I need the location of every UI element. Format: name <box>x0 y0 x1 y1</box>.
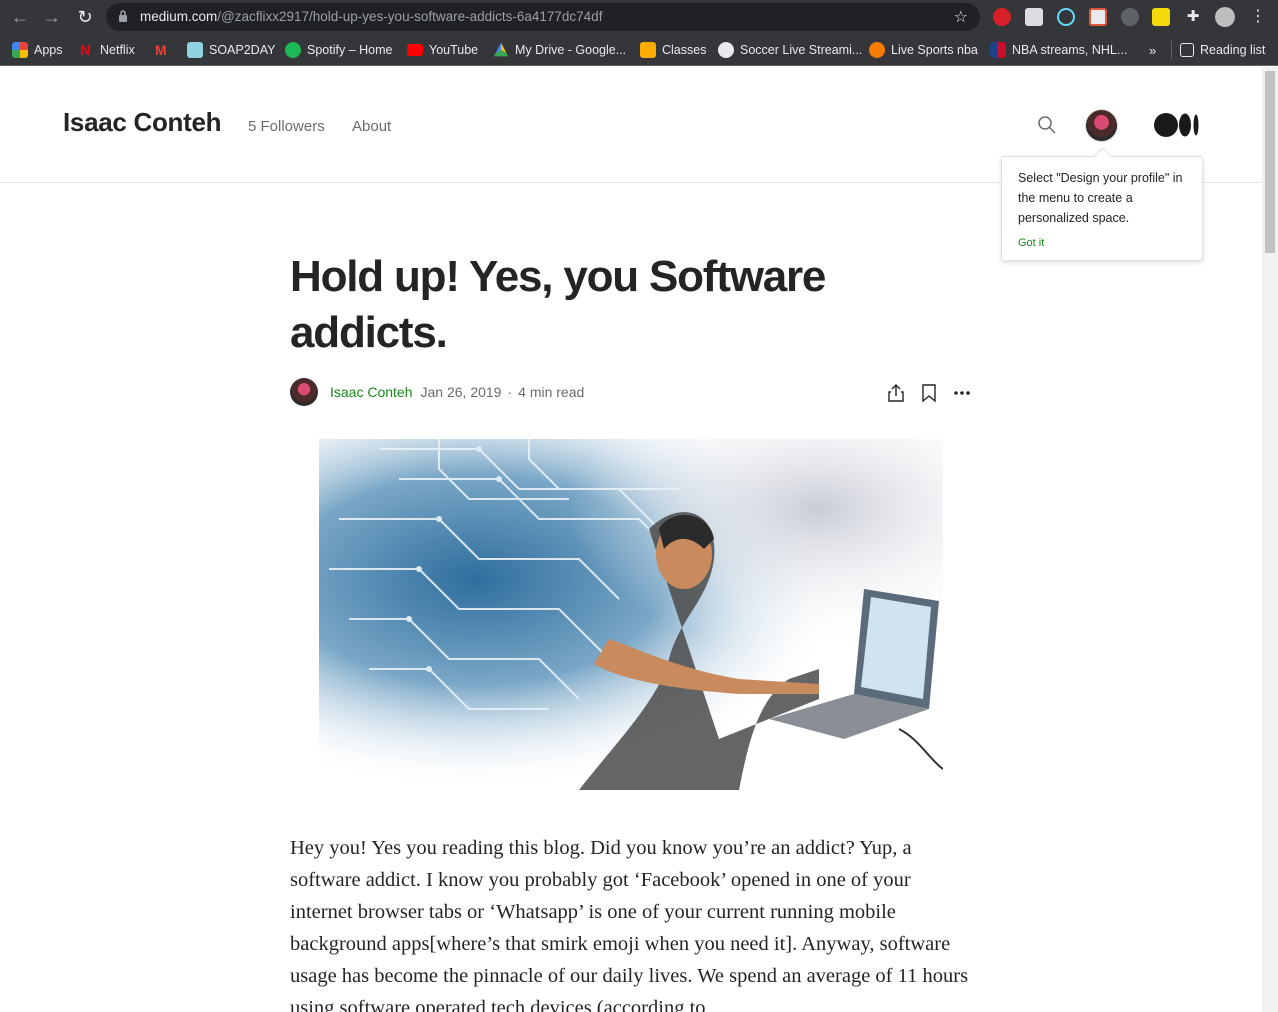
bookmark-label: Spotify – Home <box>307 43 393 57</box>
bookmark-label: Live Sports nba <box>891 43 978 57</box>
bookmark-soccer[interactable]: Soccer Live Streami... <box>718 41 862 59</box>
author-avatar[interactable] <box>290 378 318 406</box>
bookmark-label: YouTube <box>429 43 479 57</box>
bookmark-spotify[interactable]: Spotify – Home <box>285 41 392 59</box>
basketball-icon <box>869 42 885 58</box>
browser-toolbar: ← → ↻ medium.com/@zacflixx2917/hold-up-y… <box>0 0 1278 34</box>
extension-grid-icon[interactable] <box>1089 8 1107 26</box>
reload-icon[interactable]: ↻ <box>73 5 97 29</box>
bookmark-star-icon[interactable]: ☆ <box>954 7 968 27</box>
extension-page-icon[interactable] <box>1025 8 1043 26</box>
search-icon[interactable] <box>1037 115 1057 135</box>
article-meta: Isaac Conteh Jan 26, 2019 · 4 min read <box>290 378 584 406</box>
bookmark-gmail[interactable]: M <box>155 41 177 59</box>
publish-date: Jan 26, 2019 <box>420 384 502 400</box>
medium-logo-icon[interactable] <box>1153 112 1199 138</box>
user-avatar[interactable] <box>1085 109 1118 142</box>
bookmarks-overflow-button[interactable]: » <box>1149 41 1156 59</box>
bookmark-youtube[interactable]: YouTube <box>407 41 478 59</box>
read-time: 4 min read <box>518 384 585 400</box>
bookmarks-bar: Apps N Netflix M SOAP2DAY Spotify – Home… <box>0 34 1278 66</box>
share-icon[interactable] <box>885 382 907 404</box>
back-icon[interactable]: ← <box>8 5 32 29</box>
extension-react-icon[interactable] <box>1057 8 1075 26</box>
reading-list-icon <box>1180 43 1194 57</box>
tooltip-text: Select "Design your profile" in the menu… <box>1018 171 1183 225</box>
nba-icon <box>990 42 1006 58</box>
article-hero-image <box>319 439 943 790</box>
bookmark-label: Netflix <box>100 43 135 57</box>
soap2day-icon <box>187 42 203 58</box>
article-body: Hey you! Yes you reading this blog. Did … <box>290 837 969 1012</box>
bookmark-apps[interactable]: Apps <box>12 41 63 59</box>
scrollbar-thumb[interactable] <box>1265 71 1275 253</box>
bookmark-netflix[interactable]: N Netflix <box>80 41 135 59</box>
profile-avatar-icon[interactable] <box>1215 7 1235 27</box>
bookmark-label: Classes <box>662 43 707 57</box>
bookmark-live-sports[interactable]: Live Sports nba <box>869 41 978 59</box>
bookmark-icon[interactable] <box>918 382 940 404</box>
netflix-icon: N <box>80 42 91 59</box>
article-title: Hold up! Yes, you Software addicts. <box>290 252 826 357</box>
bookmark-label: Soccer Live Streami... <box>740 43 863 57</box>
publication-brand[interactable]: Isaac Conteh <box>63 107 222 138</box>
bookmark-label: Apps <box>34 43 63 57</box>
bookmark-label: NBA streams, NHL... <box>1012 43 1128 57</box>
spotify-icon <box>285 42 301 58</box>
drive-icon <box>493 42 509 57</box>
bookmark-label: My Drive - Google... <box>515 43 627 57</box>
page-content: Isaac Conteh 5 Followers About Select "D… <box>0 67 1262 1012</box>
forward-icon[interactable]: → <box>40 5 64 29</box>
youtube-icon <box>407 44 423 56</box>
about-link[interactable]: About <box>352 118 391 135</box>
followers-link[interactable]: 5 Followers <box>248 118 325 135</box>
bookmark-soap2day[interactable]: SOAP2DAY <box>187 41 275 59</box>
extension-globe-icon[interactable] <box>1121 8 1139 26</box>
soccer-icon <box>718 42 734 58</box>
gmail-icon: M <box>155 42 167 58</box>
author-name[interactable]: Isaac Conteh <box>330 384 413 400</box>
profile-design-tooltip: Select "Design your profile" in the menu… <box>1001 156 1203 261</box>
extension-yellow-icon[interactable] <box>1152 8 1170 26</box>
bookmark-nba-streams[interactable]: NBA streams, NHL... <box>990 41 1127 59</box>
url-text: medium.com/@zacflixx2917/hold-up-yes-you… <box>140 9 603 24</box>
meta-separator: · <box>507 384 513 400</box>
extensions-puzzle-icon[interactable]: ✚ <box>1184 8 1202 26</box>
extension-shield-icon[interactable] <box>993 8 1011 26</box>
reading-list-button[interactable]: Reading list <box>1171 41 1265 59</box>
page-scrollbar[interactable] <box>1262 67 1278 1012</box>
apps-grid-icon <box>12 42 28 58</box>
bookmark-classes[interactable]: Classes <box>640 41 706 59</box>
classroom-icon <box>640 42 656 58</box>
more-options-icon[interactable] <box>951 382 973 404</box>
bookmark-label: SOAP2DAY <box>209 43 276 57</box>
reading-list-label: Reading list <box>1200 43 1266 57</box>
got-it-button[interactable]: Got it <box>1018 237 1044 249</box>
bookmark-drive[interactable]: My Drive - Google... <box>493 41 626 59</box>
browser-menu-icon[interactable]: ⋮ <box>1246 5 1270 29</box>
lock-icon <box>119 10 127 22</box>
address-bar[interactable]: medium.com/@zacflixx2917/hold-up-yes-you… <box>106 3 980 31</box>
